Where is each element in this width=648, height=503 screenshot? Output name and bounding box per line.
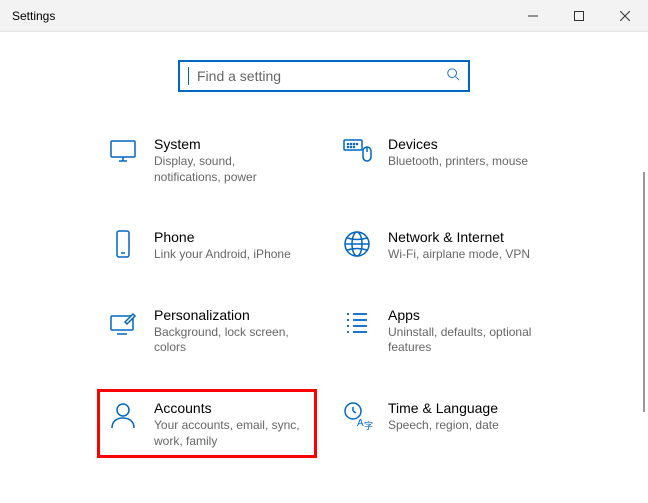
tile-desc: Link your Android, iPhone: [154, 247, 291, 263]
tile-text: Devices Bluetooth, printers, mouse: [388, 134, 528, 170]
tile-text: System Display, sound, notifications, po…: [154, 134, 304, 185]
tile-desc: Your accounts, email, sync, work, family: [154, 418, 304, 449]
phone-icon: [106, 227, 140, 261]
tile-text: Time & Language Speech, region, date: [388, 398, 499, 434]
tile-text: Personalization Background, lock screen,…: [154, 305, 304, 356]
tile-desc: Display, sound, notifications, power: [154, 154, 304, 185]
maximize-button[interactable]: [556, 0, 602, 32]
tile-title: Apps: [388, 307, 538, 323]
tile-personalization[interactable]: Personalization Background, lock screen,…: [100, 299, 314, 362]
scrollbar[interactable]: [643, 172, 645, 412]
titlebar: Settings: [0, 0, 648, 32]
minimize-button[interactable]: [510, 0, 556, 32]
window-controls: [510, 0, 648, 32]
tile-desc: Uninstall, defaults, optional features: [388, 325, 538, 356]
tile-accounts[interactable]: Accounts Your accounts, email, sync, wor…: [97, 389, 317, 458]
svg-text:A: A: [357, 418, 364, 429]
close-button[interactable]: [602, 0, 648, 32]
window-title: Settings: [12, 9, 510, 23]
tile-desc: Background, lock screen, colors: [154, 325, 304, 356]
tile-phone[interactable]: Phone Link your Android, iPhone: [100, 221, 314, 269]
display-icon: [106, 134, 140, 168]
search-input[interactable]: [178, 60, 470, 92]
search-field[interactable]: [197, 68, 440, 84]
tile-text: Apps Uninstall, defaults, optional featu…: [388, 305, 538, 356]
list-icon: [340, 305, 374, 339]
tile-network[interactable]: Network & Internet Wi-Fi, airplane mode,…: [334, 221, 548, 269]
tile-time-language[interactable]: A字 Time & Language Speech, region, date: [334, 392, 548, 455]
search-container: [0, 60, 648, 92]
tile-text: Phone Link your Android, iPhone: [154, 227, 291, 263]
text-cursor: [188, 67, 189, 85]
tile-title: Devices: [388, 136, 528, 152]
tile-system[interactable]: System Display, sound, notifications, po…: [100, 128, 314, 191]
globe-icon: [340, 227, 374, 261]
svg-text:字: 字: [364, 420, 373, 431]
tile-title: Personalization: [154, 307, 304, 323]
paint-icon: [106, 305, 140, 339]
tile-title: Phone: [154, 229, 291, 245]
tile-desc: Bluetooth, printers, mouse: [388, 154, 528, 170]
search-icon: [446, 67, 460, 86]
tile-title: Network & Internet: [388, 229, 530, 245]
devices-icon: [340, 134, 374, 168]
tile-desc: Speech, region, date: [388, 418, 499, 434]
tile-desc: Wi-Fi, airplane mode, VPN: [388, 247, 530, 263]
content-area: System Display, sound, notifications, po…: [0, 32, 648, 503]
tile-title: Time & Language: [388, 400, 499, 416]
tile-text: Accounts Your accounts, email, sync, wor…: [154, 398, 304, 449]
tile-apps[interactable]: Apps Uninstall, defaults, optional featu…: [334, 299, 548, 362]
tile-text: Network & Internet Wi-Fi, airplane mode,…: [388, 227, 530, 263]
settings-grid: System Display, sound, notifications, po…: [0, 128, 648, 485]
time-lang-icon: A字: [340, 398, 374, 432]
person-icon: [106, 398, 140, 432]
tile-title: Accounts: [154, 400, 304, 416]
tile-title: System: [154, 136, 304, 152]
tile-devices[interactable]: Devices Bluetooth, printers, mouse: [334, 128, 548, 191]
